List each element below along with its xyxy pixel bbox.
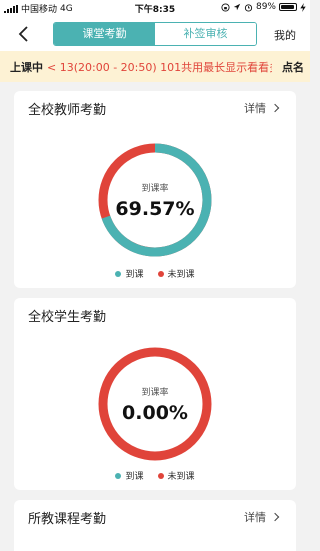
chart-legend: 到课 未到课 — [14, 267, 296, 280]
notice-label: 上课中 — [10, 61, 43, 74]
legend-dot-absent — [157, 270, 164, 277]
details-label: 详情 — [244, 511, 266, 524]
status-right: 89% — [221, 2, 306, 12]
chevron-right-icon — [270, 512, 280, 522]
attendance-donut: 到课率 69.57% — [96, 141, 214, 259]
charging-icon — [300, 2, 306, 12]
details-link[interactable]: 详情 — [244, 100, 280, 116]
student-attendance-card: 全校学生考勤 到课率 0.00% 到课 未到课 — [14, 298, 296, 490]
legend-absent-label: 未到课 — [167, 270, 195, 280]
roll-call-button[interactable]: 点名 — [278, 59, 304, 75]
details-link[interactable]: 详情 — [244, 509, 280, 525]
card-title: 全校学生考勤 — [28, 310, 107, 325]
legend-present-label: 到课 — [125, 472, 144, 482]
chart-legend: 到课 未到课 — [14, 469, 296, 482]
lock-rotation-icon — [221, 2, 230, 12]
battery-icon — [279, 3, 297, 11]
card-title: 全校教师考勤 — [28, 103, 107, 118]
back-arrow-icon[interactable] — [14, 24, 34, 44]
legend-dot-present — [115, 472, 122, 479]
legend-present: 到课 — [115, 267, 144, 280]
legend-dot-absent — [157, 472, 164, 479]
class-notice-bar: 上课中 < 13(20:00 - 20:50) 101共用最长显示看看多 点名 — [0, 51, 310, 82]
legend-dot-present — [115, 270, 122, 277]
tab-switcher: 课堂考勤 补签审核 — [53, 22, 257, 46]
attendance-rate-value: 0.00% — [122, 402, 188, 424]
tab-makeup-review[interactable]: 补签审核 — [155, 23, 256, 45]
legend-present-label: 到课 — [125, 270, 144, 280]
battery-percent: 89% — [255, 2, 276, 12]
status-bar: 中国移动 4G 下午8:35 89% — [0, 0, 310, 16]
donut-caption: 到课率 — [141, 184, 169, 194]
legend-present: 到课 — [115, 469, 144, 482]
tab-class-attendance[interactable]: 课堂考勤 — [54, 23, 155, 45]
notice-text: < 13(20:00 - 20:50) 101共用最长显示看看多 — [47, 61, 272, 74]
location-icon — [233, 3, 241, 11]
course-attendance-card: 所教课程考勤 详情 — [14, 500, 296, 551]
donut-caption: 到课率 — [141, 388, 169, 398]
teacher-attendance-card: 全校教师考勤 详情 到课率 69.57% 到课 未到课 — [14, 91, 296, 288]
alarm-icon — [244, 3, 253, 12]
attendance-rate-value: 69.57% — [115, 198, 195, 220]
card-title: 所教课程考勤 — [28, 512, 107, 527]
details-label: 详情 — [244, 102, 266, 115]
chevron-right-icon — [270, 103, 280, 113]
attendance-donut: 到课率 0.00% — [96, 345, 214, 463]
legend-absent-label: 未到课 — [167, 472, 195, 482]
my-link[interactable]: 我的 — [274, 27, 296, 43]
legend-absent: 未到课 — [157, 469, 195, 482]
nav-bar: 课堂考勤 补签审核 我的 — [0, 16, 310, 51]
legend-absent: 未到课 — [157, 267, 195, 280]
